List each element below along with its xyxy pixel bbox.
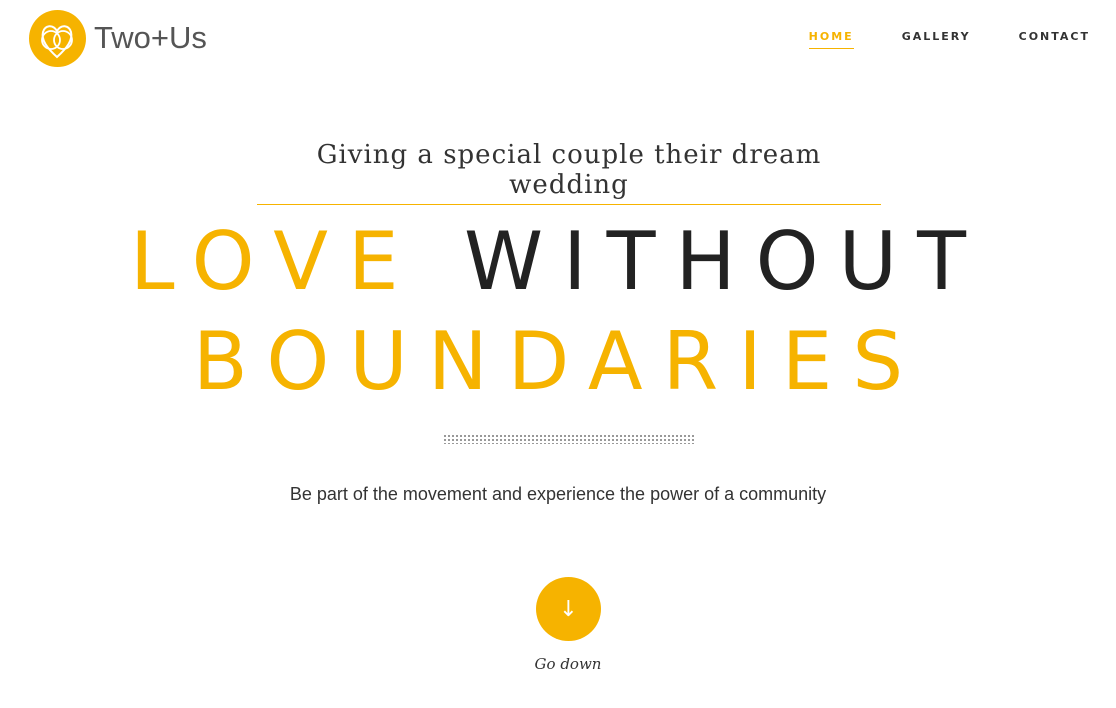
nav-home[interactable]: HOME (808, 30, 854, 49)
brand-logo[interactable]: Two+Us (29, 9, 207, 67)
scroll-down-label[interactable]: Go down (0, 655, 1116, 673)
headline-word-boundaries: BOUNDARIES (192, 315, 924, 408)
heart-rings-icon (29, 9, 86, 67)
headline-word-without: WITHOUT (463, 215, 987, 308)
decorative-dotted-divider (443, 434, 695, 444)
nav-contact[interactable]: CONTACT (1019, 30, 1090, 49)
headline-word-love: LOVE (129, 215, 419, 308)
hero-subtitle: Be part of the movement and experience t… (289, 484, 827, 504)
hero-headline-line1: LOVE WITHOUT (0, 215, 1116, 308)
brand-name: Two+Us (94, 20, 207, 55)
arrow-down-icon: ↓ (559, 596, 578, 622)
scroll-down-button[interactable]: ↓ (536, 577, 601, 641)
nav-gallery[interactable]: GALLERY (902, 30, 971, 49)
hero-tagline: Giving a special couple their dream wedd… (257, 140, 881, 205)
main-nav: HOME GALLERY CONTACT (761, 30, 1090, 49)
hero-headline-line2: BOUNDARIES (0, 315, 1116, 408)
